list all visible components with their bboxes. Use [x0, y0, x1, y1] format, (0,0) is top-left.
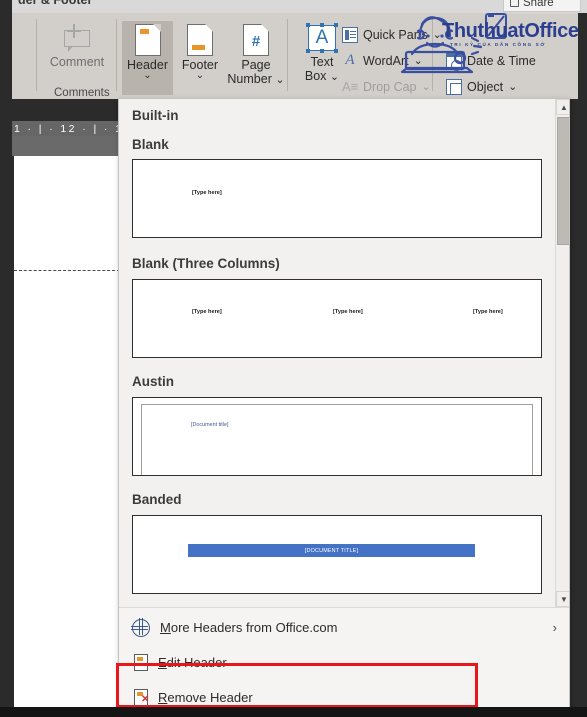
- wordart-button[interactable]: A WordArt ⌄: [342, 52, 423, 69]
- scrollbar-up-arrow[interactable]: ▲: [556, 99, 569, 115]
- header-gallery-scroll-area[interactable]: Built-in Blank [Type here] Blank (Three …: [119, 99, 569, 607]
- more-headers-label: More Headers from Office.com: [160, 620, 338, 635]
- text-box-icon: A: [305, 23, 339, 53]
- chevron-down-icon[interactable]: ⌄: [422, 82, 431, 93]
- drop-cap-label: Drop Cap: [363, 80, 417, 94]
- header-gallery-dropdown[interactable]: Built-in Blank [Type here] Blank (Three …: [118, 98, 570, 715]
- page-number-label-line1: Page: [241, 58, 271, 72]
- placeholder-type-here-right: [Type here]: [473, 309, 503, 315]
- share-button[interactable]: Share: [503, 0, 581, 12]
- menu-item-edit-header[interactable]: Edit Header: [119, 646, 569, 679]
- gallery-section-title: Built-in: [132, 108, 179, 123]
- tab-header-and-footer[interactable]: der & Footer: [18, 0, 92, 7]
- placeholder-document-title-upper: [DOCUMENT TITLE]: [304, 547, 359, 554]
- remove-header-label: Remove Header: [158, 690, 253, 705]
- template-label-banded: Banded: [132, 492, 182, 507]
- page-number-label-line2-wrap: Number ⌄: [227, 72, 284, 86]
- comment-label: Comment: [49, 55, 105, 69]
- ribbon: Comment Comments Header ⌄ Footer ⌄ # Pag…: [12, 13, 578, 99]
- window-left-edge: [0, 0, 12, 717]
- template-preview-austin[interactable]: [Document title]: [132, 397, 542, 476]
- object-button[interactable]: Object ⌄: [446, 79, 517, 95]
- comment-button[interactable]: Comment: [46, 24, 108, 69]
- scrollbar-down-arrow[interactable]: ▼: [556, 591, 569, 607]
- quick-parts-icon: [342, 27, 358, 43]
- edit-header-label: Edit Header: [158, 655, 227, 670]
- template-label-austin: Austin: [132, 374, 174, 389]
- template-label-blank-three-columns: Blank (Three Columns): [132, 256, 280, 271]
- document-page[interactable]: [14, 156, 120, 707]
- page-number-icon: #: [243, 23, 270, 56]
- austin-inner-frame: [141, 404, 533, 475]
- footer-page-icon: [187, 23, 214, 56]
- date-time-icon: [445, 52, 463, 71]
- comments-group-caption: Comments: [54, 87, 110, 99]
- scrollbar-thumb[interactable]: [557, 117, 569, 245]
- app-window: der & Footer Share Comment Comments Head…: [0, 0, 587, 717]
- quick-parts-label: Quick Parts: [363, 28, 428, 42]
- remove-header-accesskey: R: [158, 690, 168, 705]
- placeholder-type-here-left: [Type here]: [192, 309, 222, 315]
- globe-icon: [131, 617, 150, 637]
- comment-add-icon: [62, 24, 92, 52]
- header-boundary-dashed-line: [14, 270, 120, 271]
- chevron-down-icon[interactable]: ⌄: [330, 71, 339, 83]
- edit-header-accesskey: E: [158, 655, 167, 670]
- header-button[interactable]: Header ⌄: [122, 21, 173, 95]
- placeholder-document-title: [Document title]: [191, 422, 229, 428]
- placeholder-type-here-center: [Type here]: [333, 309, 363, 315]
- object-label: Object: [467, 80, 504, 94]
- remove-header-rest: emove Header: [167, 690, 253, 705]
- footer-button[interactable]: Footer ⌄: [175, 21, 225, 95]
- template-label-blank: Blank: [132, 137, 169, 152]
- menu-item-more-headers[interactable]: More Headers from Office.com ›: [119, 611, 569, 644]
- date-time-button[interactable]: Date & Time: [445, 52, 536, 71]
- template-preview-blank-three-columns[interactable]: [Type here] [Type here] [Type here]: [132, 279, 542, 358]
- page-number-button[interactable]: # Page Number ⌄: [226, 21, 286, 95]
- share-icon: [510, 0, 519, 7]
- page-number-label-line2: Number: [227, 72, 272, 87]
- text-box-label-line2: Box: [304, 69, 327, 84]
- chevron-down-icon[interactable]: ⌄: [196, 71, 204, 81]
- text-box-label-line2-wrap: Box ⌄: [305, 69, 339, 83]
- group-separator: [36, 19, 37, 91]
- chevron-right-icon[interactable]: ›: [553, 620, 557, 635]
- edit-header-rest: dit Header: [166, 655, 227, 670]
- document-background: [12, 136, 122, 156]
- drop-cap-icon: A≡: [342, 79, 359, 94]
- chevron-down-icon[interactable]: ⌄: [414, 56, 423, 67]
- share-label: Share: [523, 0, 554, 9]
- wordart-label: WordArt: [363, 54, 409, 68]
- drop-cap-button[interactable]: A≡ Drop Cap ⌄: [342, 79, 431, 95]
- window-right-edge: [578, 13, 587, 717]
- more-headers-rest: ore Headers from Office.com: [170, 620, 338, 635]
- text-box-button[interactable]: A Text Box ⌄: [296, 23, 348, 84]
- quick-parts-button[interactable]: Quick Parts ⌄: [342, 27, 442, 43]
- edit-header-icon: [134, 654, 148, 671]
- group-separator: [287, 19, 288, 91]
- chevron-down-icon[interactable]: ⌄: [143, 71, 151, 81]
- placeholder-type-here: [Type here]: [192, 190, 222, 196]
- date-time-label: Date & Time: [467, 54, 536, 68]
- more-headers-accesskey: M: [160, 620, 171, 635]
- gallery-scrollbar[interactable]: ▲ ▼: [555, 99, 569, 607]
- ribbon-tab-strip: der & Footer Share: [0, 0, 587, 13]
- template-preview-banded[interactable]: [DOCUMENT TITLE]: [132, 515, 542, 594]
- group-separator: [116, 19, 117, 91]
- template-preview-blank[interactable]: [Type here]: [132, 159, 542, 238]
- chevron-down-icon[interactable]: ⌄: [275, 74, 284, 86]
- chevron-down-icon[interactable]: ⌄: [433, 30, 442, 41]
- text-box-label-line1: Text: [310, 55, 334, 69]
- wordart-icon: A: [345, 52, 355, 68]
- banded-title-bar: [DOCUMENT TITLE]: [188, 544, 475, 557]
- window-bottom-edge: [0, 707, 587, 717]
- header-page-icon: [134, 23, 161, 56]
- gallery-command-list: More Headers from Office.com › Edit Head…: [119, 607, 569, 714]
- chevron-down-icon[interactable]: ⌄: [508, 82, 517, 93]
- object-icon: [446, 79, 462, 95]
- horizontal-ruler[interactable]: 1 · | · 12 · | · 13 · |: [12, 121, 122, 136]
- remove-header-icon: [134, 689, 149, 706]
